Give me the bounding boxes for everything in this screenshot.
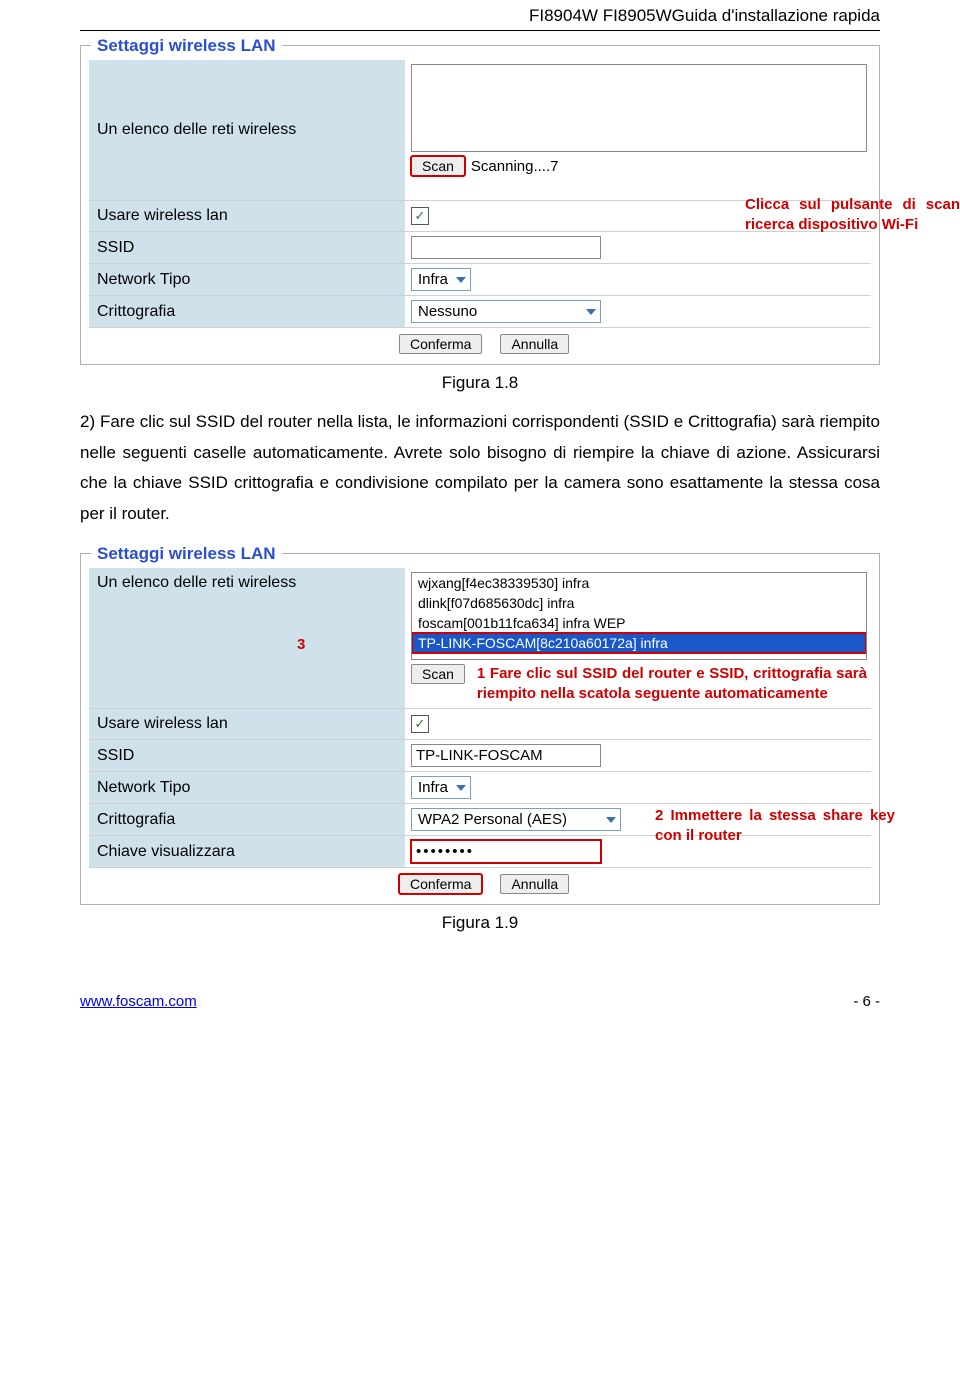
wifi-item[interactable]: wjxang[f4ec38339530] infra (412, 573, 866, 593)
callout-1: 1 Fare clic sul SSID del router e SSID, … (477, 664, 867, 703)
network-type-label: Network Tipo (89, 264, 405, 295)
network-type-label: Network Tipo (89, 772, 405, 803)
scan-button[interactable]: Scan (411, 664, 465, 684)
network-type-select[interactable]: Infra (411, 268, 471, 291)
figure-caption-1: Figura 1.8 (80, 373, 880, 393)
share-key-label: Chiave visualizzara (89, 836, 405, 867)
panel-title: Settaggi wireless LAN (91, 36, 282, 56)
callout-scan: Clicca sul pulsante di scansione per la … (745, 195, 960, 234)
confirm-button[interactable]: Conferma (399, 874, 482, 894)
ssid-label: SSID (89, 740, 405, 771)
wireless-list-label: Un elenco delle reti wireless (97, 574, 296, 592)
share-key-input[interactable]: •••••••• (411, 840, 601, 863)
page-header: FI8904W FI8905WGuida d'installazione rap… (80, 0, 880, 31)
encryption-select[interactable]: Nessuno (411, 300, 601, 323)
ssid-label: SSID (89, 232, 405, 263)
use-wlan-label: Usare wireless lan (89, 709, 405, 739)
wireless-settings-panel-2: Settaggi wireless LAN Un elenco delle re… (80, 553, 880, 905)
wireless-networks-listbox[interactable]: wjxang[f4ec38339530] infra dlink[f07d685… (411, 572, 867, 660)
wifi-item-selected[interactable]: TP-LINK-FOSCAM[8c210a60172a] infra (412, 633, 866, 653)
encryption-select[interactable]: WPA2 Personal (AES) (411, 808, 621, 831)
confirm-button[interactable]: Conferma (399, 334, 482, 354)
scan-button[interactable]: Scan (411, 156, 465, 176)
wireless-networks-listbox[interactable] (411, 64, 867, 152)
cancel-button[interactable]: Annulla (500, 874, 569, 894)
panel-title: Settaggi wireless LAN (91, 544, 282, 564)
cancel-button[interactable]: Annulla (500, 334, 569, 354)
footer-link[interactable]: www.foscam.com (80, 993, 197, 1010)
instruction-paragraph: 2) Fare clic sul SSID del router nella l… (80, 407, 880, 529)
network-type-select[interactable]: Infra (411, 776, 471, 799)
encryption-label: Crittografia (89, 804, 405, 835)
wireless-settings-panel-1: Settaggi wireless LAN Un elenco delle re… (80, 45, 880, 365)
scan-status-text: Scanning....7 (471, 158, 559, 175)
marker-3: 3 (97, 636, 305, 653)
use-wlan-checkbox[interactable]: ✓ (411, 715, 429, 733)
use-wlan-label: Usare wireless lan (89, 201, 405, 231)
ssid-input[interactable]: TP-LINK-FOSCAM (411, 744, 601, 767)
page-number: - 6 - (853, 993, 880, 1010)
encryption-label: Crittografia (89, 296, 405, 327)
wireless-list-label: Un elenco delle reti wireless (89, 60, 405, 200)
figure-caption-2: Figura 1.9 (80, 913, 880, 933)
wifi-item[interactable]: dlink[f07d685630dc] infra (412, 593, 866, 613)
use-wlan-checkbox[interactable]: ✓ (411, 207, 429, 225)
wifi-item[interactable]: foscam[001b11fca634] infra WEP (412, 613, 866, 633)
ssid-input[interactable] (411, 236, 601, 259)
